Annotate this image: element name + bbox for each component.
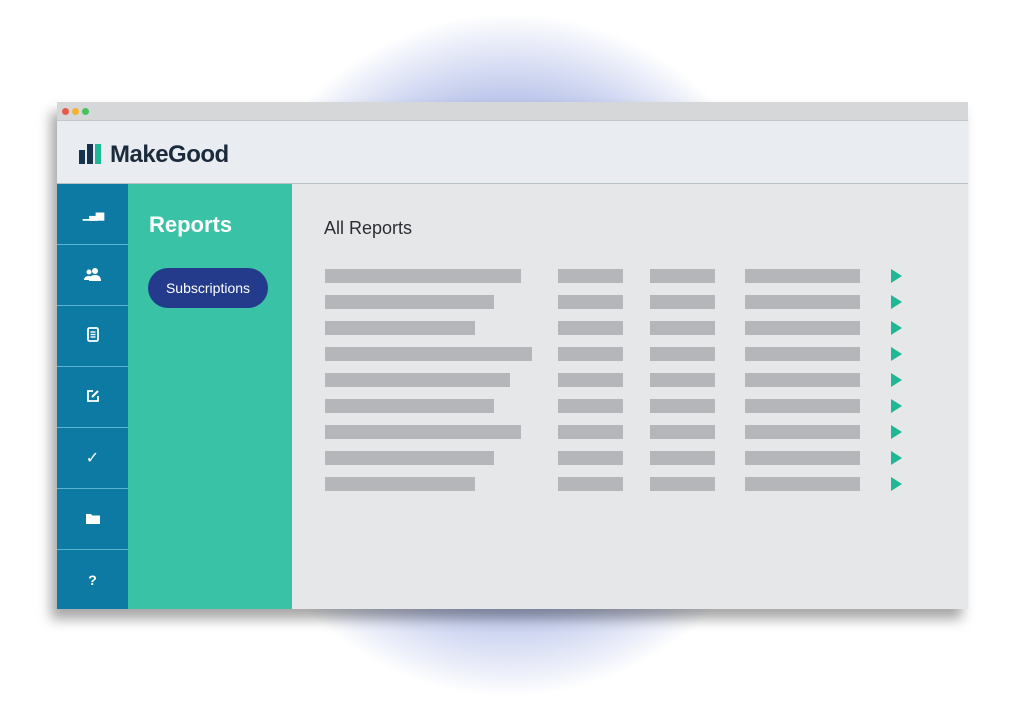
play-arrow-icon[interactable] [891, 399, 902, 413]
row-cell-placeholder [745, 451, 860, 465]
row-cell-placeholder [650, 269, 715, 283]
play-arrow-icon[interactable] [891, 451, 902, 465]
window-close-dot[interactable] [62, 108, 69, 115]
row-cell-placeholder [650, 347, 715, 361]
row-cell-placeholder [650, 477, 715, 491]
row-cell-placeholder [745, 347, 860, 361]
row-cell-placeholder [558, 373, 623, 387]
row-name-placeholder [325, 347, 532, 361]
edit-icon [86, 389, 100, 406]
rail-item-users[interactable] [57, 245, 128, 306]
row-cell-placeholder [745, 269, 860, 283]
all-reports-title: All Reports [324, 218, 413, 238]
row-name-placeholder [325, 373, 510, 387]
row-cell-placeholder [558, 425, 623, 439]
rail-item-tasks[interactable]: ✓ [57, 428, 128, 489]
app-window: MakeGood ▁▃▅ ✓ ? Reports Subscriptions A… [57, 102, 968, 609]
row-cell-placeholder [650, 425, 715, 439]
users-icon [83, 267, 102, 284]
icon-rail: ▁▃▅ ✓ ? [57, 184, 128, 609]
logo-bar-short [79, 150, 85, 164]
window-minimize-dot[interactable] [72, 108, 79, 115]
play-arrow-icon[interactable] [891, 373, 902, 387]
row-cell-placeholder [745, 399, 860, 413]
row-name-placeholder [325, 321, 475, 335]
row-name-placeholder [325, 269, 521, 283]
row-cell-placeholder [650, 295, 715, 309]
row-cell-placeholder [558, 295, 623, 309]
play-arrow-icon[interactable] [891, 477, 902, 491]
subscriptions-button[interactable]: Subscriptions [148, 268, 268, 308]
row-cell-placeholder [650, 399, 715, 413]
folder-icon [85, 512, 100, 527]
row-name-placeholder [325, 425, 521, 439]
row-cell-placeholder [650, 373, 715, 387]
rail-item-files[interactable] [57, 489, 128, 550]
row-name-placeholder [325, 477, 475, 491]
logo-bar-green [95, 144, 101, 164]
play-arrow-icon[interactable] [891, 321, 902, 335]
row-cell-placeholder [558, 347, 623, 361]
brand-name: MakeGood [110, 141, 229, 168]
row-cell-placeholder [745, 477, 860, 491]
bar-chart-icon: ▁▃▅ [82, 208, 104, 221]
row-cell-placeholder [558, 399, 623, 413]
logo-bar-tall [87, 144, 93, 164]
panel-title: Reports [149, 212, 233, 237]
row-cell-placeholder [650, 321, 715, 335]
window-titlebar [57, 102, 968, 121]
play-arrow-icon[interactable] [891, 295, 902, 309]
check-icon: ✓ [85, 450, 100, 467]
main-content: All Reports [292, 184, 968, 609]
document-icon [86, 327, 99, 345]
rail-item-edit[interactable] [57, 367, 128, 428]
row-name-placeholder [325, 451, 494, 465]
play-arrow-icon[interactable] [891, 425, 902, 439]
row-cell-placeholder [558, 269, 623, 283]
row-cell-placeholder [558, 321, 623, 335]
row-cell-placeholder [745, 373, 860, 387]
row-name-placeholder [325, 295, 494, 309]
row-cell-placeholder [558, 477, 623, 491]
row-cell-placeholder [745, 321, 860, 335]
rail-item-help[interactable]: ? [57, 550, 128, 609]
help-icon: ? [88, 571, 97, 588]
rail-item-documents[interactable] [57, 306, 128, 367]
rail-item-analytics[interactable]: ▁▃▅ [57, 184, 128, 245]
row-cell-placeholder [558, 451, 623, 465]
row-cell-placeholder [745, 295, 860, 309]
play-arrow-icon[interactable] [891, 347, 902, 361]
app-header: MakeGood [57, 121, 968, 184]
reports-side-panel: Reports Subscriptions [128, 184, 292, 609]
row-name-placeholder [325, 399, 494, 413]
play-arrow-icon[interactable] [891, 269, 902, 283]
row-cell-placeholder [745, 425, 860, 439]
row-cell-placeholder [650, 451, 715, 465]
window-maximize-dot[interactable] [82, 108, 89, 115]
bar-logo-icon [79, 144, 103, 164]
